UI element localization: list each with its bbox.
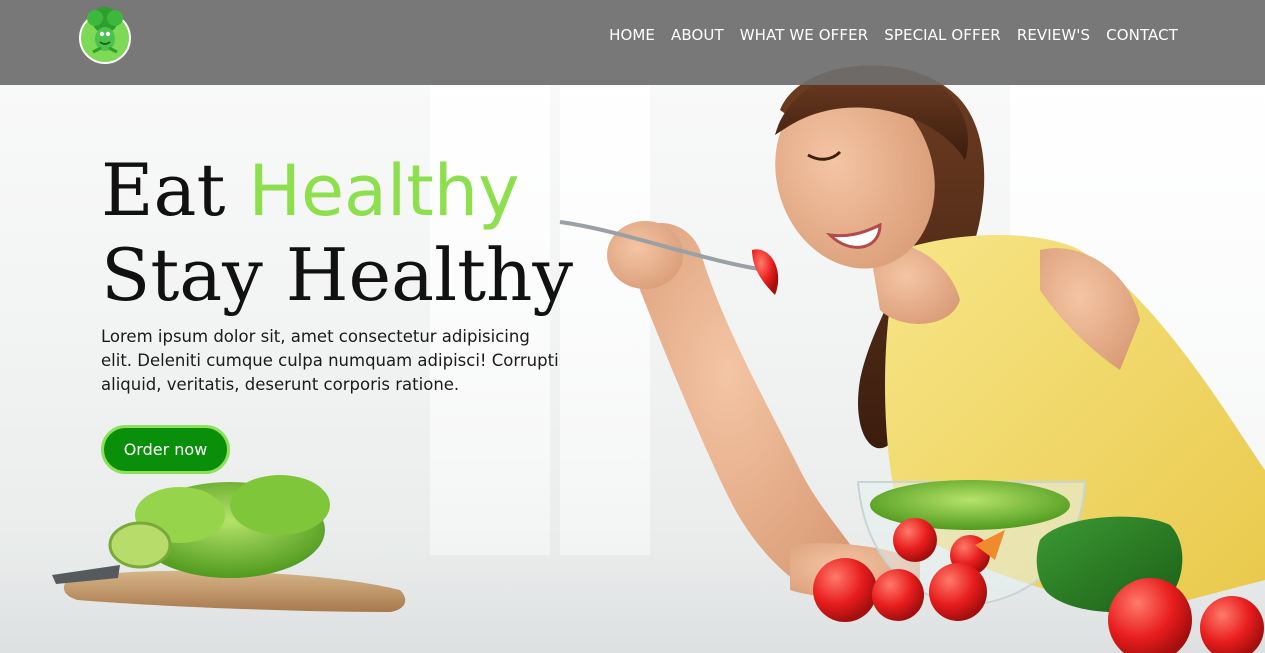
headline-prefix: Eat [101, 148, 249, 232]
tomato [813, 558, 877, 622]
nav-contact[interactable]: CONTACT [1106, 24, 1178, 46]
tomato [872, 569, 924, 621]
lime [108, 521, 172, 569]
tomato-slice [752, 249, 779, 295]
nav-special-offer[interactable]: SPECIAL OFFER [884, 24, 1001, 46]
tomato [1200, 596, 1264, 653]
headline-suffix: Stay Healthy [101, 233, 574, 317]
hero-intro-text: Lorem ipsum dolor sit, amet consectetur … [101, 327, 559, 394]
nav-home[interactable]: HOME [609, 24, 655, 46]
top-navbar: HOME ABOUT WHAT WE OFFER SPECIAL OFFER R… [0, 0, 1265, 85]
salad-greens [870, 480, 1070, 530]
tomato [929, 563, 987, 621]
nav-about[interactable]: ABOUT [671, 24, 724, 46]
nav-what-we-offer[interactable]: WHAT WE OFFER [740, 24, 868, 46]
hero-headline: Eat Healthy Stay Healthy [101, 148, 681, 317]
broccoli-mascot-logo-icon[interactable] [77, 6, 133, 64]
nav-reviews[interactable]: REVIEW'S [1017, 24, 1090, 46]
order-now-button[interactable]: Order now [101, 425, 230, 474]
nav-menu: HOME ABOUT WHAT WE OFFER SPECIAL OFFER R… [609, 24, 1178, 46]
headline-accent: Healthy [248, 150, 520, 232]
